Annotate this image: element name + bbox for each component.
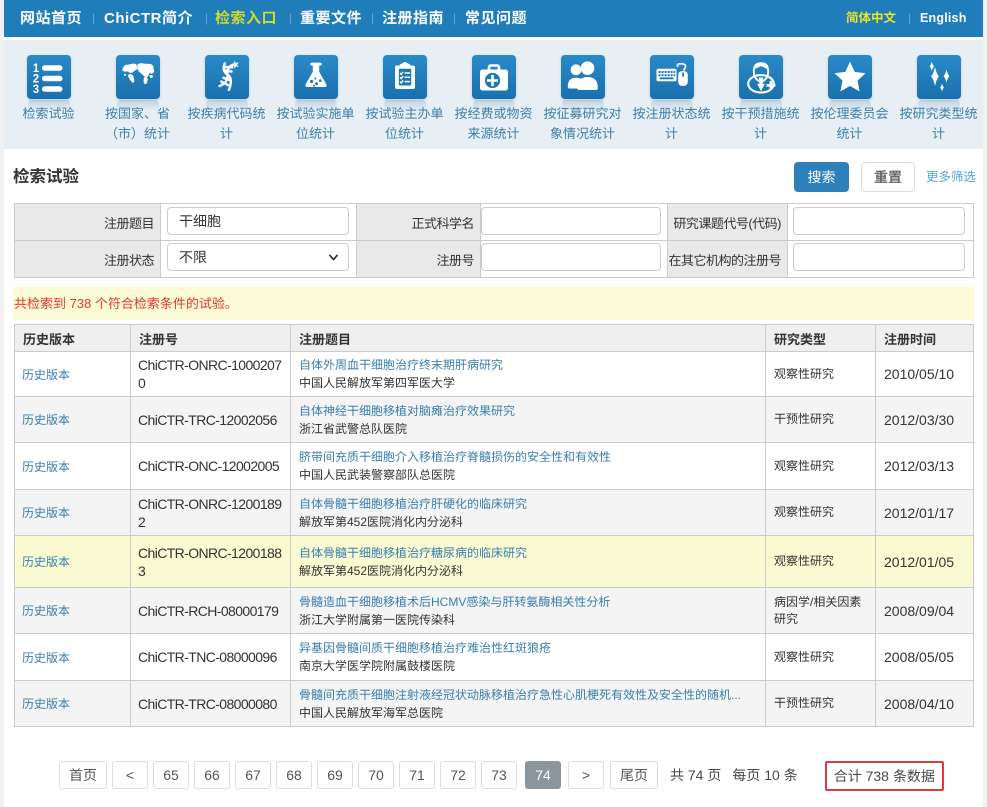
svg-text:3: 3 [32,84,38,96]
